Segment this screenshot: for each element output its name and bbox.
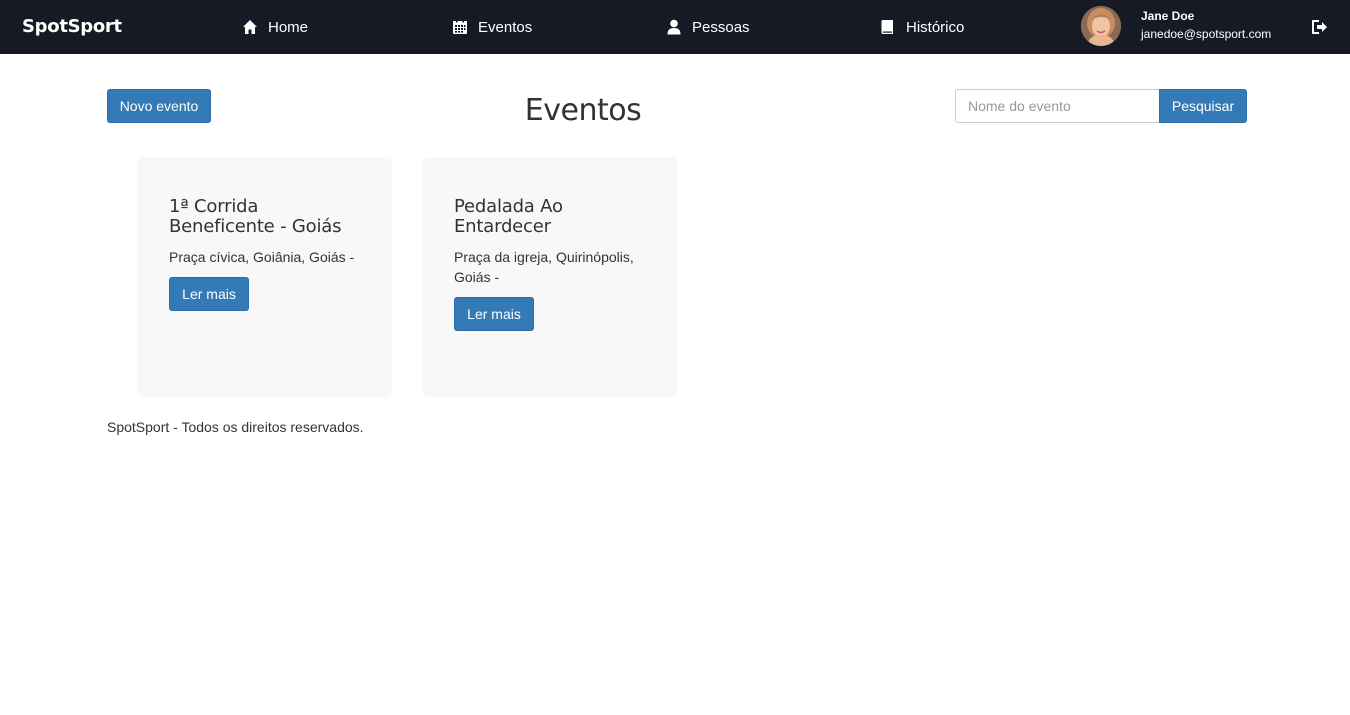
top-navbar: SpotSport Home Eventos Pessoas Histórico…: [0, 0, 1350, 54]
event-title: 1ª Corrida Beneficente - Goiás: [169, 196, 342, 237]
event-card: Pedalada Ao Entardecer Praça da igreja, …: [422, 157, 677, 397]
new-event-button[interactable]: Novo evento: [107, 89, 211, 123]
calendar-icon: [453, 19, 467, 34]
read-more-button[interactable]: Ler mais: [454, 297, 534, 331]
nav-item-label: Eventos: [478, 18, 533, 36]
brand-logo[interactable]: SpotSport: [22, 16, 122, 37]
user-icon: [667, 19, 681, 35]
event-title: Pedalada Ao Entardecer: [454, 196, 563, 237]
read-more-button[interactable]: Ler mais: [169, 277, 249, 311]
nav-item-home[interactable]: Home: [242, 17, 308, 37]
home-icon: [243, 20, 257, 34]
search-input[interactable]: [955, 89, 1160, 123]
footer-text: SpotSport - Todos os direitos reservados…: [107, 419, 364, 435]
event-card: 1ª Corrida Beneficente - Goiás Praça cív…: [137, 157, 392, 397]
book-icon: [881, 20, 893, 34]
user-name: Jane Doe: [1141, 9, 1195, 23]
event-location: Praça da igreja, Quirinópolis, Goiás -: [454, 249, 634, 285]
search-button[interactable]: Pesquisar: [1159, 89, 1247, 123]
nav-item-label: Home: [268, 18, 309, 36]
nav-item-eventos[interactable]: Eventos: [452, 17, 532, 37]
page-title: Eventos: [524, 93, 642, 128]
nav-item-label: Histórico: [906, 18, 965, 36]
nav-item-historico[interactable]: Histórico: [880, 17, 964, 37]
logout-icon: [1312, 20, 1327, 34]
event-location: Praça cívica, Goiânia, Goiás -: [169, 249, 355, 265]
nav-item-pessoas[interactable]: Pessoas: [666, 17, 750, 37]
user-email: janedoe@spotsport.com: [1141, 27, 1272, 41]
logout-button[interactable]: [1311, 19, 1328, 35]
user-avatar[interactable]: [1081, 6, 1121, 46]
nav-item-label: Pessoas: [692, 18, 750, 36]
